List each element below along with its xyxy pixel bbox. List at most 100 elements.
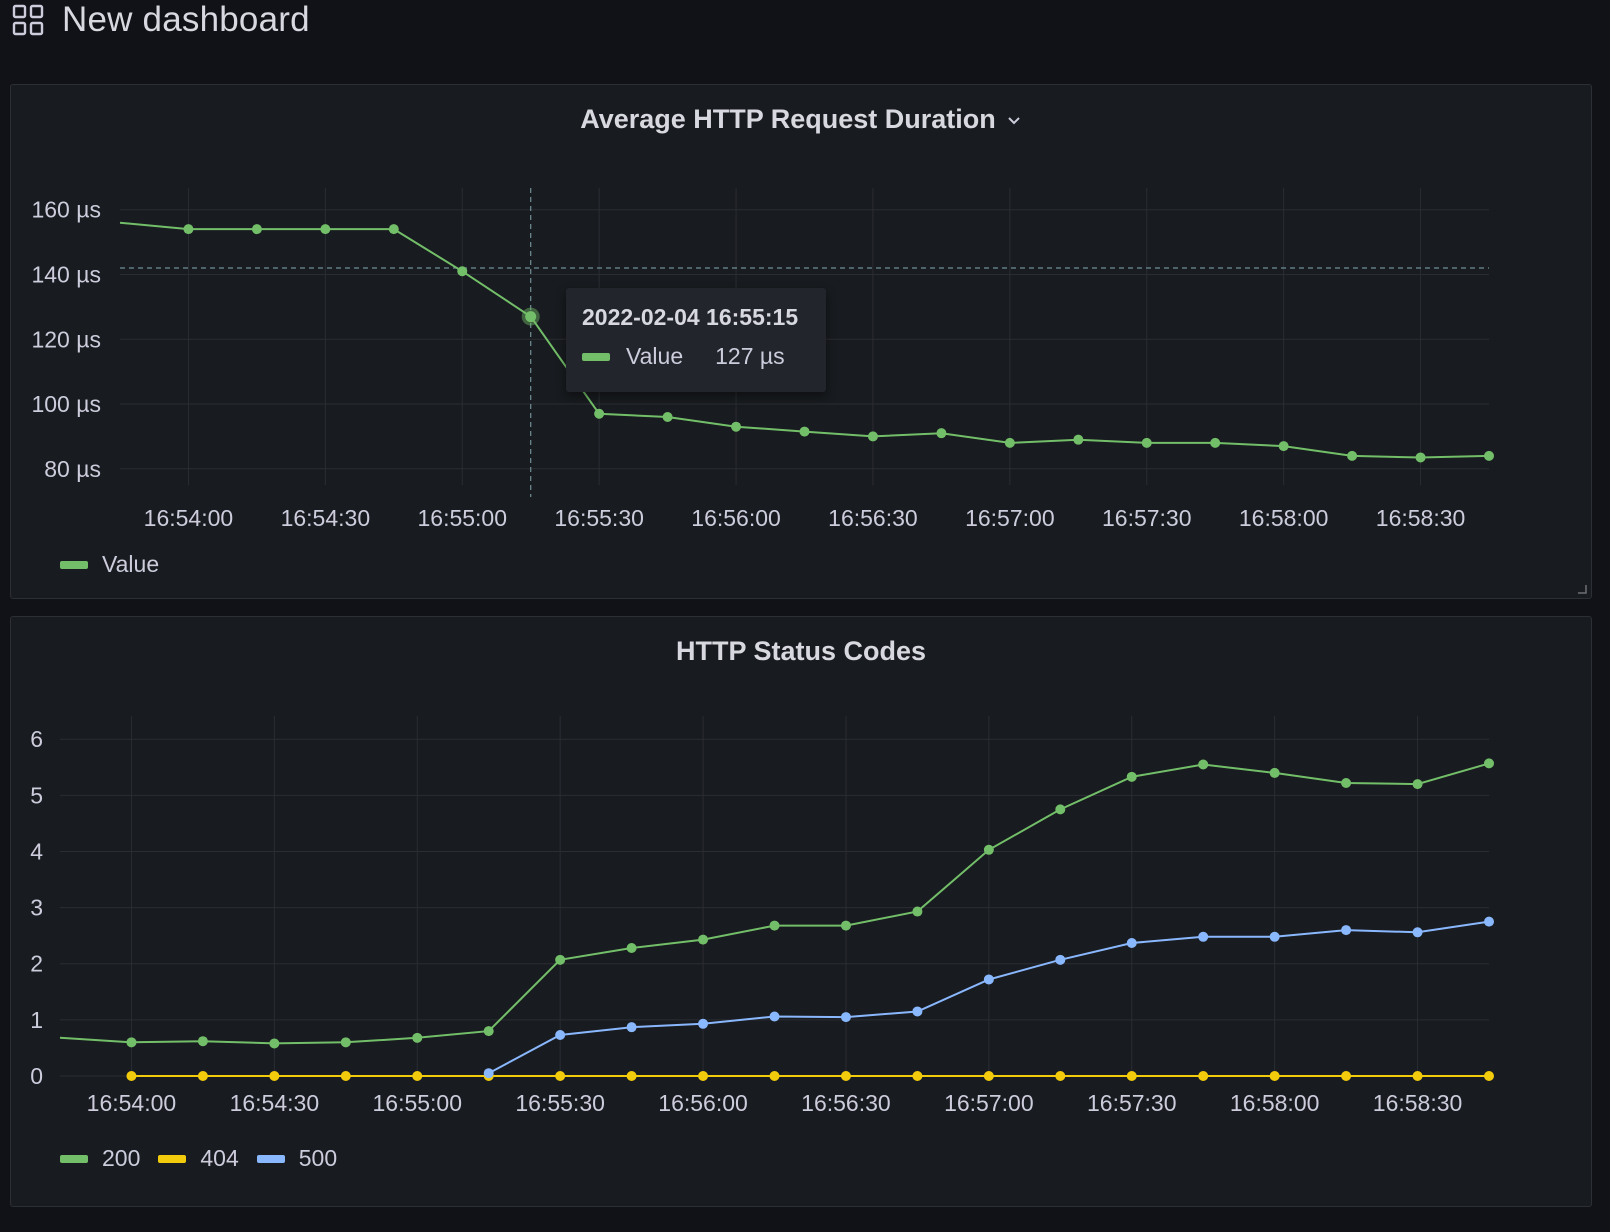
hover-tooltip: 2022-02-04 16:55:15 Value 127 µs xyxy=(566,288,826,392)
tooltip-row: Value 127 µs xyxy=(582,343,810,370)
data-point xyxy=(1484,1071,1494,1081)
chart-legend: Value xyxy=(60,551,177,578)
data-point xyxy=(320,224,331,235)
x-tick-label: 16:54:00 xyxy=(144,505,234,531)
data-point xyxy=(126,1071,137,1081)
legend-item-value[interactable]: Value xyxy=(60,551,159,578)
data-point xyxy=(1126,771,1137,782)
data-point xyxy=(1141,437,1152,448)
data-point xyxy=(626,1071,637,1081)
data-point xyxy=(412,1032,423,1043)
x-tick-label: 16:57:30 xyxy=(1087,1090,1177,1116)
data-point xyxy=(1484,916,1494,927)
data-point xyxy=(388,224,399,235)
data-point xyxy=(1347,450,1358,461)
data-point xyxy=(983,1071,994,1081)
data-point xyxy=(1198,759,1209,770)
dashboard-grid-icon[interactable] xyxy=(12,4,44,36)
data-point xyxy=(1412,927,1423,938)
x-tick-label: 16:58:00 xyxy=(1239,505,1329,531)
x-tick-label: 16:58:00 xyxy=(1230,1090,1320,1116)
tooltip-value: 127 µs xyxy=(715,343,785,369)
tooltip-time: 2022-02-04 16:55:15 xyxy=(582,304,799,330)
y-tick-label: 6 xyxy=(30,726,43,752)
panel-resize-handle[interactable] xyxy=(1577,584,1587,594)
series-404 xyxy=(126,1071,1494,1081)
data-point xyxy=(340,1071,351,1081)
dashboard-title[interactable]: New dashboard xyxy=(62,0,310,40)
y-tick-label: 1 xyxy=(30,1007,43,1033)
series-200 xyxy=(59,758,1494,1049)
data-point xyxy=(1341,778,1352,789)
data-point xyxy=(840,920,851,931)
data-point xyxy=(1415,452,1426,463)
data-point xyxy=(626,1022,637,1033)
data-point xyxy=(1269,931,1280,942)
data-point xyxy=(912,906,923,917)
legend-item-404[interactable]: 404 xyxy=(158,1145,239,1172)
data-point xyxy=(1055,1071,1066,1081)
legend-label: Value xyxy=(102,551,160,577)
data-point xyxy=(269,1038,280,1049)
data-point xyxy=(1484,450,1494,461)
legend-item-500[interactable]: 500 xyxy=(256,1145,338,1172)
data-point xyxy=(1341,1071,1352,1081)
data-point xyxy=(840,1071,851,1081)
x-tick-label: 16:55:30 xyxy=(515,1090,605,1116)
data-point xyxy=(1278,441,1289,452)
data-point xyxy=(731,421,742,432)
data-point xyxy=(183,224,194,235)
data-point xyxy=(1073,434,1084,445)
x-tick-label: 16:55:00 xyxy=(417,505,507,531)
data-point xyxy=(662,411,673,422)
x-tick-label: 16:56:30 xyxy=(828,505,918,531)
data-point xyxy=(1412,1071,1423,1081)
data-point xyxy=(269,1071,280,1081)
data-point xyxy=(698,1071,709,1081)
x-tick-label: 16:56:00 xyxy=(691,505,781,531)
y-tick-label: 2 xyxy=(30,951,43,977)
data-point xyxy=(626,943,637,954)
y-tick-label: 140 µs xyxy=(31,261,101,287)
legend-swatch xyxy=(60,1154,88,1163)
data-point xyxy=(799,426,810,437)
tooltip-series: Value xyxy=(626,343,684,369)
data-point xyxy=(457,266,468,277)
x-tick-label: 16:57:00 xyxy=(944,1090,1034,1116)
data-point xyxy=(555,954,566,965)
data-point xyxy=(594,408,605,419)
tooltip-swatch xyxy=(582,352,610,361)
legend-label: 404 xyxy=(200,1145,239,1171)
x-tick-label: 16:54:00 xyxy=(87,1090,177,1116)
data-point xyxy=(840,1012,851,1023)
status-codes-chart[interactable]: 0 1 2 3 4 5 6 16:54:00 16:54:30 16:55:00 16:55:30 1… xyxy=(11,617,1591,1205)
x-tick-label: 16:58:30 xyxy=(1373,1090,1463,1116)
x-tick-label: 16:58:30 xyxy=(1376,505,1466,531)
y-tick-label: 0 xyxy=(30,1063,43,1089)
data-point xyxy=(555,1030,566,1041)
data-point xyxy=(555,1071,566,1081)
data-point xyxy=(983,974,994,985)
data-point xyxy=(769,1011,780,1022)
data-point xyxy=(1341,925,1352,936)
y-tick-label: 3 xyxy=(30,895,43,921)
data-point xyxy=(1269,767,1280,778)
chart-legend: 200 404 500 xyxy=(60,1145,355,1172)
legend-label: 500 xyxy=(298,1145,338,1171)
data-point xyxy=(197,1036,208,1047)
data-point xyxy=(867,431,878,442)
data-point xyxy=(1055,954,1066,965)
x-tick-label: 16:54:30 xyxy=(281,505,371,531)
data-point xyxy=(1004,437,1015,448)
data-point xyxy=(1484,758,1494,769)
data-point xyxy=(197,1071,208,1081)
legend-swatch xyxy=(158,1154,187,1163)
data-point xyxy=(1126,1071,1137,1081)
x-tick-label: 16:56:00 xyxy=(658,1090,748,1116)
x-tick-label: 16:55:30 xyxy=(554,505,644,531)
x-tick-label: 16:54:30 xyxy=(230,1090,320,1116)
data-point xyxy=(251,224,262,235)
data-point xyxy=(1269,1071,1280,1081)
legend-item-200[interactable]: 200 xyxy=(60,1145,140,1172)
legend-swatch xyxy=(256,1154,285,1163)
